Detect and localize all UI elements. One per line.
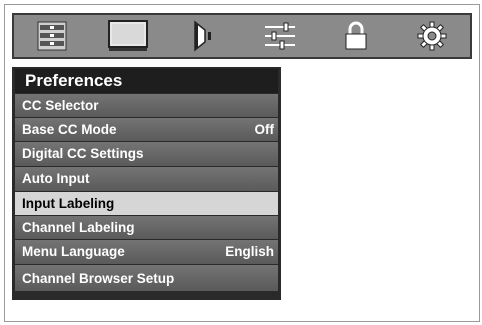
menu-item-input-labeling[interactable]: Input Labeling bbox=[15, 192, 278, 215]
menu-item-channel-browser-setup[interactable]: Channel Browser Setup bbox=[15, 265, 278, 291]
audio-speaker-icon[interactable] bbox=[166, 15, 242, 57]
menu-item-label: Channel Browser Setup bbox=[22, 271, 175, 286]
menu-item-value: Off bbox=[254, 122, 275, 137]
menu-item-label: Base CC Mode bbox=[22, 122, 117, 137]
tv-menu-toolbar bbox=[12, 13, 472, 59]
menu-item-menu-language[interactable]: Menu Language English bbox=[15, 240, 278, 264]
menu-item-digital-cc-settings[interactable]: Digital CC Settings bbox=[15, 142, 278, 166]
setup-list-icon[interactable] bbox=[14, 15, 90, 57]
equalizer-sliders-icon[interactable] bbox=[242, 15, 318, 57]
menu-item-auto-input[interactable]: Auto Input bbox=[15, 167, 278, 191]
menu-item-label: Digital CC Settings bbox=[22, 146, 144, 161]
menu-item-value: English bbox=[225, 244, 274, 259]
menu-item-label: Menu Language bbox=[22, 244, 125, 259]
menu-item-label: Input Labeling bbox=[22, 196, 115, 211]
menu-item-channel-labeling[interactable]: Channel Labeling bbox=[15, 216, 278, 239]
menu-item-base-cc-mode[interactable]: Base CC Mode Off bbox=[15, 118, 278, 141]
gear-icon[interactable] bbox=[394, 15, 470, 57]
lock-icon[interactable] bbox=[318, 15, 394, 57]
menu-item-label: Channel Labeling bbox=[22, 220, 135, 235]
picture-icon[interactable] bbox=[90, 15, 166, 57]
menu-title: Preferences bbox=[15, 69, 278, 93]
menu-item-label: Auto Input bbox=[22, 171, 90, 186]
menu-item-label: CC Selector bbox=[22, 98, 99, 113]
preferences-menu: Preferences CC Selector Base CC Mode Off… bbox=[12, 67, 281, 300]
menu-item-cc-selector[interactable]: CC Selector bbox=[15, 94, 278, 117]
